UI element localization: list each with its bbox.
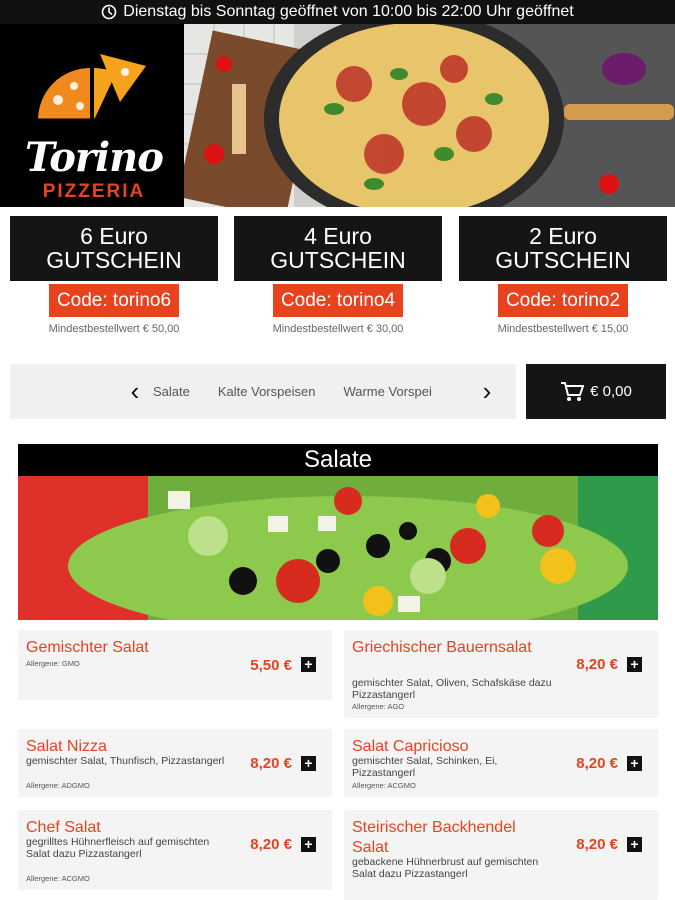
voucher-card[interactable]: 4 Euro GUTSCHEIN Code: torino4 Mindestbe… bbox=[234, 216, 442, 335]
menu-item-description: gegrilltes Hühnerfleisch auf gemischten … bbox=[26, 836, 210, 860]
voucher-minimum: Mindestbestellwert € 50,00 bbox=[48, 323, 180, 335]
clock-icon bbox=[101, 4, 117, 20]
voucher-minimum: Mindestbestellwert € 15,00 bbox=[497, 323, 629, 335]
menu-item-name: Salat Nizza bbox=[26, 738, 107, 755]
pizza-logo-icon bbox=[38, 54, 146, 122]
menu-item-name: Steirischer Backhendel Salat bbox=[352, 819, 516, 856]
menu-item-allergens: Allergene: GMO bbox=[26, 659, 80, 668]
voucher-card[interactable]: 6 Euro GUTSCHEIN Code: torino6 Mindestbe… bbox=[10, 216, 218, 335]
pasta-dish-photo bbox=[184, 24, 675, 207]
menu-item-card[interactable]: Steirischer Backhendel Salat gebackene H… bbox=[344, 810, 658, 900]
logo-subtitle: PIZZERIA bbox=[42, 181, 146, 202]
menu-item-name: Gemischter Salat bbox=[26, 639, 149, 656]
menu-item-allergens: Allergene: AGO bbox=[352, 702, 405, 711]
voucher-label: GUTSCHEIN bbox=[46, 247, 182, 273]
menu-item-price: 8,20 € bbox=[576, 755, 618, 772]
menu-item-card[interactable]: Gemischter Salat Allergene: GMO 5,50 € + bbox=[18, 630, 332, 700]
voucher-amount: 4 Euro bbox=[304, 223, 372, 249]
menu-item-allergens: Allergene: ACGMO bbox=[26, 874, 90, 883]
opening-hours-text: Dienstag bis Sonntag geöffnet von 10:00 … bbox=[123, 3, 574, 20]
opening-hours-bar: Dienstag bis Sonntag geöffnet von 10:00 … bbox=[0, 0, 675, 24]
menu-item-card[interactable]: Griechischer Bauernsalat gemischter Sala… bbox=[344, 630, 658, 718]
voucher-code: Code: torino6 bbox=[48, 284, 180, 317]
menu-item-name: Griechischer Bauernsalat bbox=[352, 639, 532, 656]
category-tabs: Salate Kalte Vorspeisen Warme Vorspei bbox=[153, 384, 469, 399]
menu-item-name: Salat Capricioso bbox=[352, 738, 469, 755]
menu-item-card[interactable]: Salat Nizza gemischter Salat, Thunfisch,… bbox=[18, 729, 332, 797]
add-to-cart-button[interactable]: + bbox=[301, 837, 316, 852]
menu-item-description: gebackene Hühnerbrust auf gemischten Sal… bbox=[352, 856, 539, 880]
menu-item-description: gemischter Salat, Oliven, Schafskäse daz… bbox=[352, 677, 552, 701]
add-to-cart-button[interactable]: + bbox=[627, 756, 642, 771]
tab-warme-vorspeisen[interactable]: Warme Vorspei bbox=[343, 384, 431, 399]
category-nav: ‹ Salate Kalte Vorspeisen Warme Vorspei … bbox=[10, 364, 516, 419]
add-to-cart-button[interactable]: + bbox=[627, 837, 642, 852]
menu-item-price: 5,50 € bbox=[250, 657, 292, 674]
nav-prev-button[interactable]: ‹ bbox=[117, 364, 153, 419]
voucher-list: 6 Euro GUTSCHEIN Code: torino6 Mindestbe… bbox=[0, 216, 675, 341]
menu-item-card[interactable]: Salat Capricioso gemischter Salat, Schin… bbox=[344, 729, 658, 797]
cart-total: € 0,00 bbox=[590, 383, 632, 400]
nav-next-button[interactable]: › bbox=[469, 364, 505, 419]
menu-item-name: Chef Salat bbox=[26, 819, 101, 836]
voucher-minimum: Mindestbestellwert € 30,00 bbox=[272, 323, 404, 335]
logo-name: Torino bbox=[25, 134, 164, 181]
menu-item-description: gemischter Salat, Schinken, Ei, Pizzasta… bbox=[352, 755, 498, 779]
voucher-header: 4 Euro GUTSCHEIN bbox=[234, 216, 442, 281]
restaurant-logo[interactable]: Torino PIZZERIA bbox=[0, 24, 184, 207]
menu-item-allergens: Allergene: ACGMO bbox=[352, 781, 416, 790]
voucher-label: GUTSCHEIN bbox=[495, 247, 631, 273]
hero-banner: Torino PIZZERIA bbox=[0, 24, 675, 207]
menu-item-price: 8,20 € bbox=[250, 755, 292, 772]
menu-item-card[interactable]: Chef Salat gegrilltes Hühnerfleisch auf … bbox=[18, 810, 332, 890]
add-to-cart-button[interactable]: + bbox=[301, 756, 316, 771]
menu-item-allergens: Allergene: ADGMO bbox=[26, 781, 90, 790]
voucher-amount: 6 Euro bbox=[80, 223, 148, 249]
menu-item-price: 8,20 € bbox=[576, 656, 618, 673]
voucher-header: 2 Euro GUTSCHEIN bbox=[459, 216, 667, 281]
menu-item-price: 8,20 € bbox=[576, 836, 618, 853]
voucher-amount: 2 Euro bbox=[529, 223, 597, 249]
section-title: Salate bbox=[18, 444, 658, 476]
tab-salate[interactable]: Salate bbox=[153, 384, 190, 399]
voucher-code: Code: torino4 bbox=[272, 284, 404, 317]
tab-kalte-vorspeisen[interactable]: Kalte Vorspeisen bbox=[218, 384, 316, 399]
shopping-cart-icon bbox=[561, 381, 585, 401]
voucher-card[interactable]: 2 Euro GUTSCHEIN Code: torino2 Mindestbe… bbox=[459, 216, 667, 335]
menu-item-description: gemischter Salat, Thunfisch, Pizzastange… bbox=[26, 755, 225, 767]
add-to-cart-button[interactable]: + bbox=[627, 657, 642, 672]
cart-button[interactable]: € 0,00 bbox=[526, 364, 666, 419]
voucher-code: Code: torino2 bbox=[497, 284, 629, 317]
add-to-cart-button[interactable]: + bbox=[301, 657, 316, 672]
voucher-header: 6 Euro GUTSCHEIN bbox=[10, 216, 218, 281]
menu-item-price: 8,20 € bbox=[250, 836, 292, 853]
voucher-label: GUTSCHEIN bbox=[270, 247, 406, 273]
salad-section-photo bbox=[18, 476, 658, 620]
